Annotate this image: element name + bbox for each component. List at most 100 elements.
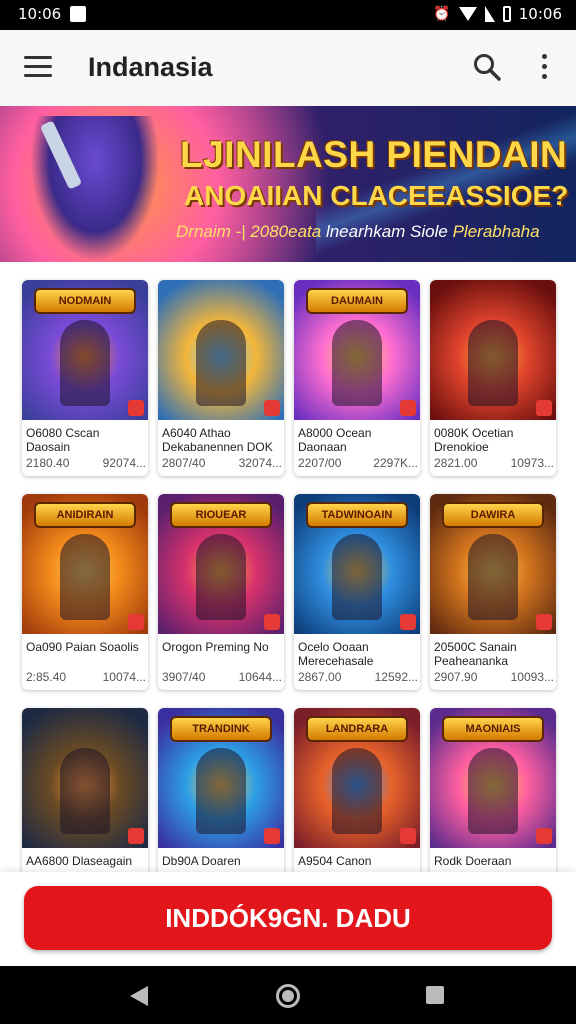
game-logo: MAONIAIS [444,718,542,740]
game-name: Db90A Doaren [162,854,241,868]
status-icons: ⏰ 10:06 [433,5,562,23]
game-stat-b: 10093... [510,670,554,684]
game-meta: 2207/00 2297K... [298,456,418,470]
wifi-icon [458,7,477,21]
game-name: A6040 Athao Dekabanennen DOK [162,426,273,454]
bottom-action-bar: INDDÓK9GN. DADU [0,872,576,966]
game-thumbnail: LANDRARA [294,708,420,848]
recent-apps-icon[interactable] [426,986,444,1004]
game-card[interactable]: RIOUEAR Orogon Preming No 3907/40 10644..… [158,494,284,690]
battery-icon [502,6,511,22]
system-navigation-bar [0,966,576,1024]
game-badge-icon [128,828,144,844]
game-card[interactable]: NODMAIN O6080 Cscan Daosain 2180.40 92074… [22,280,148,476]
game-logo: TADWINOAIN [308,504,406,526]
game-badge-icon [264,400,280,416]
banner-caption: Drnaim -| 2080eata lnearhkam Siole Plera… [176,222,540,242]
primary-cta-button[interactable]: INDDÓK9GN. DADU [24,886,552,950]
banner-caption-part-3: Plerabhaha [452,222,540,241]
game-badge-icon [536,614,552,630]
game-name: Ocelo Ooaan Merecehasale [298,640,374,668]
game-meta: 2:85.40 10074... [26,670,146,684]
game-character-image [468,534,518,620]
game-stat-b: 92074... [102,456,146,470]
game-name: Oa090 Paian Soaolis [26,640,139,654]
game-badge-icon [128,400,144,416]
game-badge-icon [400,614,416,630]
game-thumbnail: TADWINOAIN [294,494,420,634]
game-name: Rodk Doeraan [434,854,512,868]
game-character-image [468,748,518,834]
game-thumbnail: DAWIRA [430,494,556,634]
game-stat-a: 2:85.40 [26,670,67,684]
game-logo: NODMAIN [36,290,134,312]
game-logo: RIOUEAR [172,504,270,526]
banner-headline: LJINILASH PIENDAIN [180,134,568,175]
game-stat-b: 10973... [510,456,554,470]
game-character-image [60,534,110,620]
game-logo: DAWIRA [444,504,542,526]
game-name: O6080 Cscan Daosain [26,426,100,454]
more-options-icon[interactable] [532,54,556,84]
game-logo: LANDRARA [308,718,406,740]
game-badge-icon [536,828,552,844]
game-thumbnail [158,280,284,420]
game-badge-icon [536,400,552,416]
game-character-image [60,748,110,834]
status-time-right: 10:06 [518,5,562,23]
home-icon[interactable] [276,984,300,1008]
game-badge-icon [264,828,280,844]
game-name: A8000 Ocean Daonaan [298,426,372,454]
game-card[interactable]: TADWINOAIN Ocelo Ooaan Merecehasale 2867… [294,494,420,690]
game-meta: 2907.90 10093... [434,670,554,684]
game-stat-a: 3907/40 [162,670,206,684]
game-meta: 2807/40 32074... [162,456,282,470]
game-meta: 2821.00 10973... [434,456,554,470]
game-character-image [60,320,110,406]
game-card[interactable]: DAWIRA 20500C Sanain Peaheananka 2907.90… [430,494,556,690]
game-stat-b: 32074... [238,456,282,470]
notification-icon [70,6,86,22]
game-card[interactable]: DAUMAIN A8000 Ocean Daonaan 2207/00 2297K… [294,280,420,476]
game-badge-icon [128,614,144,630]
game-logo: DAUMAIN [308,290,406,312]
status-time: 10:06 [18,5,62,23]
back-icon[interactable] [130,986,148,1006]
banner-subheadline: ANOAIIAN CLACEEASSIOE? [184,180,569,211]
game-character-image [332,320,382,406]
game-character-image [196,320,246,406]
game-name: A9504 Canon [298,854,372,868]
game-character-image [332,534,382,620]
search-icon[interactable] [472,52,502,82]
game-badge-icon [264,614,280,630]
game-thumbnail: RIOUEAR [158,494,284,634]
game-character-image [196,534,246,620]
game-stat-a: 2867.00 [298,670,342,684]
menu-icon[interactable] [24,56,52,78]
game-logo: TRANDINK [172,718,270,740]
game-badge-icon [400,400,416,416]
game-character-image [332,748,382,834]
status-bar: 10:06 ⏰ 10:06 [0,0,576,30]
game-stat-b: 12592... [374,670,418,684]
game-logo: ANIDIRAIN [36,504,134,526]
game-badge-icon [400,828,416,844]
game-stat-b: 2297K... [373,456,418,470]
game-thumbnail [430,280,556,420]
app-title: Indanasia [88,52,213,82]
game-name: 20500C Sanain Peaheananka [434,640,517,668]
promo-banner[interactable]: LJINILASH PIENDAIN ANOAIIAN CLACEEASSIOE… [0,106,576,262]
game-character-image [468,320,518,406]
game-stat-b: 10644... [238,670,282,684]
game-card[interactable]: ANIDIRAIN Oa090 Paian Soaolis 2:85.40 100… [22,494,148,690]
game-card[interactable]: 0080K Ocetian Drenokioe 2821.00 10973... [430,280,556,476]
banner-caption-part-2: lnearhkam Siole [325,222,448,241]
game-thumbnail: NODMAIN [22,280,148,420]
game-stat-a: 2807/40 [162,456,206,470]
game-stat-b: 10074... [102,670,146,684]
signal-icon [484,6,495,22]
game-thumbnail [22,708,148,848]
game-meta: 3907/40 10644... [162,670,282,684]
game-stat-a: 2907.90 [434,670,478,684]
game-card[interactable]: A6040 Athao Dekabanennen DOK 2807/40 3207… [158,280,284,476]
